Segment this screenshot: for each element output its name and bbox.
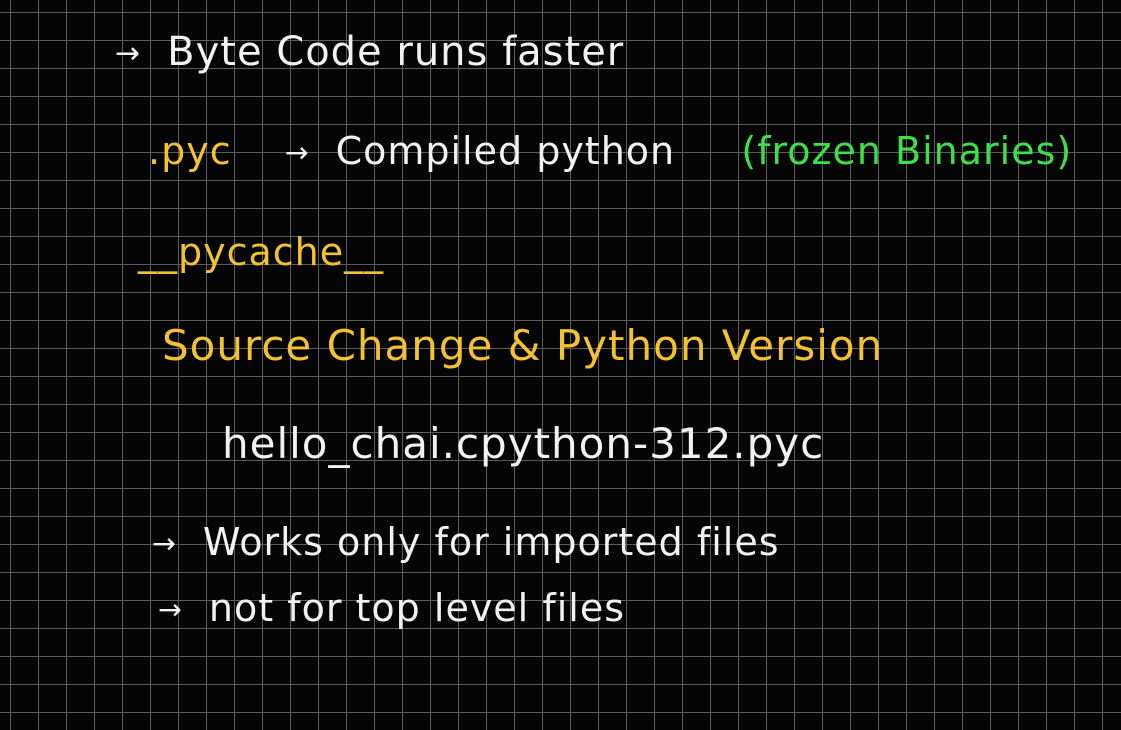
- note-text: not for top level files: [208, 586, 625, 630]
- note-bytecode-faster: → Byte Code runs faster: [115, 32, 624, 72]
- arrow-right-icon: →: [284, 136, 310, 170]
- note-imported-files: → Works only for imported files: [152, 523, 780, 561]
- pyc-extension: .pyc: [148, 129, 232, 173]
- arrow-right-icon: →: [152, 527, 177, 561]
- arrow-right-icon: →: [115, 36, 142, 71]
- note-text: Works only for imported files: [202, 520, 780, 564]
- note-top-level-files: → not for top level files: [158, 589, 625, 627]
- compiled-python-text: Compiled python: [335, 129, 676, 173]
- whiteboard-page: { "notes": { "arrow": "→", "line1": "Byt…: [0, 0, 1121, 730]
- note-source-change-version: Source Change & Python Version: [162, 321, 884, 370]
- note-pycache: __pycache__: [138, 230, 385, 274]
- frozen-binaries-text: (frozen Binaries): [741, 129, 1073, 173]
- note-pyc-filename: hello_chai.cpython-312.pyc: [222, 419, 825, 468]
- arrow-right-icon: →: [158, 593, 183, 627]
- note-text: Byte Code runs faster: [167, 29, 625, 75]
- note-pyc-compiled: .pyc → Compiled python (frozen Binaries): [148, 132, 1072, 170]
